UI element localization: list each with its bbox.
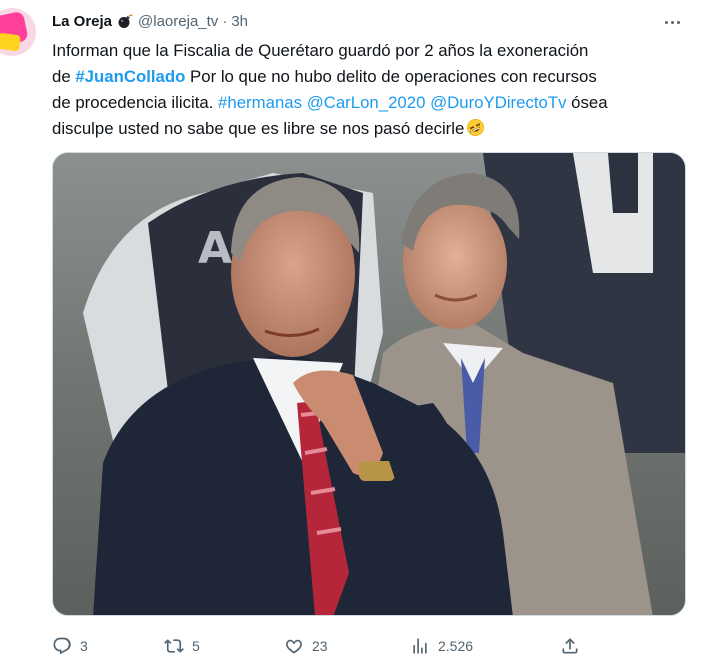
more-options-icon[interactable] bbox=[660, 10, 684, 34]
text-span: Informan que la Fiscalia de Querétaro gu… bbox=[52, 41, 589, 60]
mention-carlon[interactable]: @CarLon_2020 bbox=[307, 93, 426, 112]
text-span: de procedencia ilicita. bbox=[52, 93, 219, 112]
display-name[interactable]: La Oreja bbox=[52, 13, 112, 30]
avatar[interactable] bbox=[0, 8, 36, 56]
hashtag-juancollado[interactable]: #JuanCollado bbox=[75, 67, 185, 86]
text-span: ósea bbox=[566, 93, 608, 112]
photo-image: A bbox=[53, 153, 685, 615]
views-button[interactable]: 2.526 bbox=[410, 632, 473, 660]
tweet-header: La Oreja @laoreja_tv · 3h bbox=[52, 10, 248, 32]
timestamp[interactable]: 3h bbox=[231, 13, 248, 30]
separator-dot: · bbox=[222, 12, 228, 30]
reply-icon bbox=[53, 637, 71, 655]
tweet-text: Informan que la Fiscalia de Querétaro gu… bbox=[52, 38, 692, 142]
bomb-icon bbox=[117, 13, 133, 29]
like-count: 23 bbox=[312, 638, 328, 654]
tweet-line: disculpe usted no sabe que es libre se n… bbox=[52, 116, 692, 142]
svg-text:A: A bbox=[198, 223, 232, 274]
views-chart-icon bbox=[413, 638, 427, 654]
share-button[interactable] bbox=[560, 632, 580, 660]
tweet-line: de procedencia ilicita. #hermanas @CarLo… bbox=[52, 90, 692, 116]
reply-count: 3 bbox=[80, 638, 88, 654]
tweet-photo[interactable]: A bbox=[52, 152, 686, 616]
tweet-card[interactable]: La Oreja @laoreja_tv · 3h Informan que l… bbox=[0, 0, 712, 662]
heart-icon bbox=[286, 639, 302, 654]
view-count: 2.526 bbox=[438, 638, 474, 654]
like-button[interactable]: 23 bbox=[284, 632, 328, 660]
user-handle[interactable]: @laoreja_tv bbox=[138, 13, 218, 30]
text-span: Por lo que no hubo delito de operaciones… bbox=[185, 67, 597, 86]
text-span: de bbox=[52, 67, 76, 86]
tweet-actions: 3 5 23 2.526 bbox=[52, 632, 592, 660]
mention-duroydirectotv[interactable]: @DuroYDirectoTv bbox=[430, 93, 566, 112]
repost-button[interactable]: 5 bbox=[164, 632, 200, 660]
rolling-laughing-emoji-icon bbox=[466, 118, 485, 137]
tweet-line: de #JuanCollado Por lo que no hubo delit… bbox=[52, 64, 692, 90]
share-icon bbox=[562, 638, 578, 654]
reply-button[interactable]: 3 bbox=[52, 632, 88, 660]
repost-icon bbox=[164, 639, 184, 653]
tweet-line: Informan que la Fiscalia de Querétaro gu… bbox=[52, 38, 692, 64]
hashtag-hermanas[interactable]: #hermanas bbox=[218, 93, 302, 112]
repost-count: 5 bbox=[192, 638, 200, 654]
text-span: disculpe usted no sabe que es libre se n… bbox=[52, 119, 465, 138]
